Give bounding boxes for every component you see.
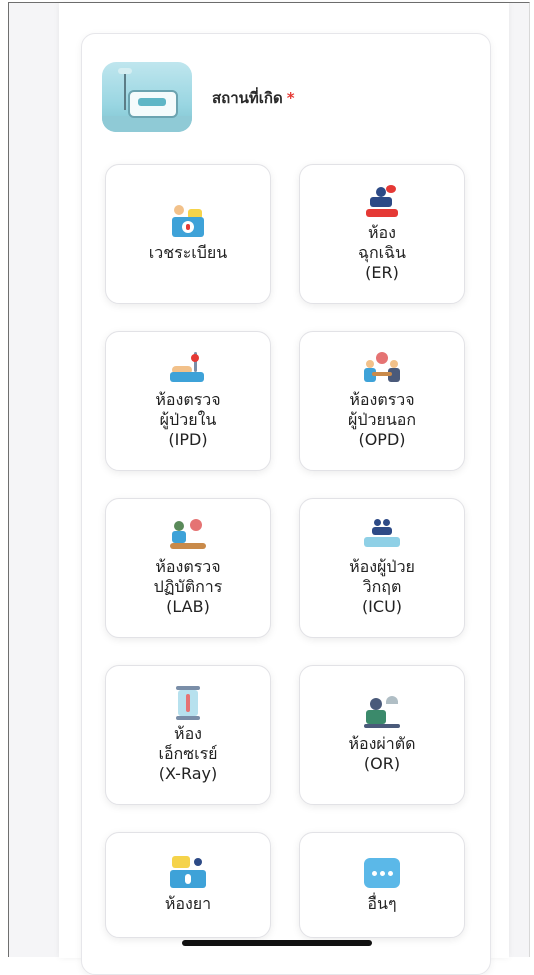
tile-xray[interactable]: ห้อง เอ็กซเรย์ (X-Ray)	[105, 665, 271, 805]
tile-label-line: ห้องผ่าตัด	[348, 734, 416, 753]
tile-label-line: (LAB)	[166, 597, 210, 616]
pharmacy-icon	[168, 856, 208, 890]
tile-pharmacy[interactable]: ห้องยา	[105, 832, 271, 938]
tile-label-line: ห้อง	[174, 724, 202, 743]
tile-label-line: (X-Ray)	[158, 764, 218, 783]
tile-label-line: (OR)	[363, 754, 401, 773]
tile-lab[interactable]: ห้องตรวจ ปฏิบัติการ (LAB)	[105, 498, 271, 638]
registration-desk-icon	[168, 205, 208, 239]
tile-icu[interactable]: ห้องผู้ป่วย วิกฤต (ICU)	[299, 498, 465, 638]
tile-or[interactable]: ห้องผ่าตัด (OR)	[299, 665, 465, 805]
operating-room-icon	[362, 696, 402, 730]
location-header: สถานที่เกิด *	[102, 62, 462, 132]
location-title: สถานที่เกิด *	[212, 89, 295, 107]
tile-ipd[interactable]: ห้องตรวจ ผู้ป่วยใน (IPD)	[105, 331, 271, 471]
tile-label-line: ห้องยา	[164, 894, 212, 913]
tile-label-line: ห้องตรวจ	[155, 557, 221, 576]
outpatient-icon	[362, 352, 402, 386]
tile-opd[interactable]: ห้องตรวจ ผู้ป่วยนอก (OPD)	[299, 331, 465, 471]
tile-label-line: (OPD)	[358, 430, 406, 449]
tile-label-line: เวชระเบียน	[148, 243, 228, 262]
required-mark: *	[286, 89, 295, 107]
page-container: สถานที่เกิด * เวชระเบียน ห้อง ฉุกเฉิน (E…	[59, 3, 509, 975]
tile-label-line: (IPD)	[168, 430, 208, 449]
xray-icon	[168, 686, 208, 720]
tile-label-line: (ER)	[365, 263, 399, 282]
icu-icon	[362, 519, 402, 553]
more-icon	[362, 856, 402, 890]
tile-label-line: ห้อง	[368, 223, 396, 242]
hospital-room-image	[102, 62, 192, 132]
tile-medical-records[interactable]: เวชระเบียน	[105, 164, 271, 304]
tile-label-line: ปฏิบัติการ	[153, 577, 223, 596]
laboratory-icon	[168, 519, 208, 553]
emergency-icon	[362, 185, 402, 219]
inpatient-icon	[168, 352, 208, 386]
tile-label-line: ห้องตรวจ	[155, 390, 221, 409]
tile-label-line: อื่นๆ	[367, 894, 397, 913]
tile-label-line: ผู้ป่วยใน	[159, 410, 217, 429]
tile-label-line: วิกฤต	[362, 577, 402, 596]
window-frame: สถานที่เกิด * เวชระเบียน ห้อง ฉุกเฉิน (E…	[8, 2, 530, 975]
tile-label-line: ผู้ป่วยนอก	[347, 410, 417, 429]
tile-emergency[interactable]: ห้อง ฉุกเฉิน (ER)	[299, 164, 465, 304]
tile-label-line: ห้องตรวจ	[349, 390, 415, 409]
location-card: สถานที่เกิด * เวชระเบียน ห้อง ฉุกเฉิน (E…	[81, 33, 491, 975]
tile-label-line: (ICU)	[361, 597, 403, 616]
tile-others[interactable]: อื่นๆ	[299, 832, 465, 938]
home-indicator[interactable]	[182, 940, 372, 946]
tile-label-line: เอ็กซเรย์	[158, 744, 218, 763]
tile-label-line: ห้องผู้ป่วย	[349, 557, 415, 576]
tile-label-line: ฉุกเฉิน	[358, 243, 406, 262]
